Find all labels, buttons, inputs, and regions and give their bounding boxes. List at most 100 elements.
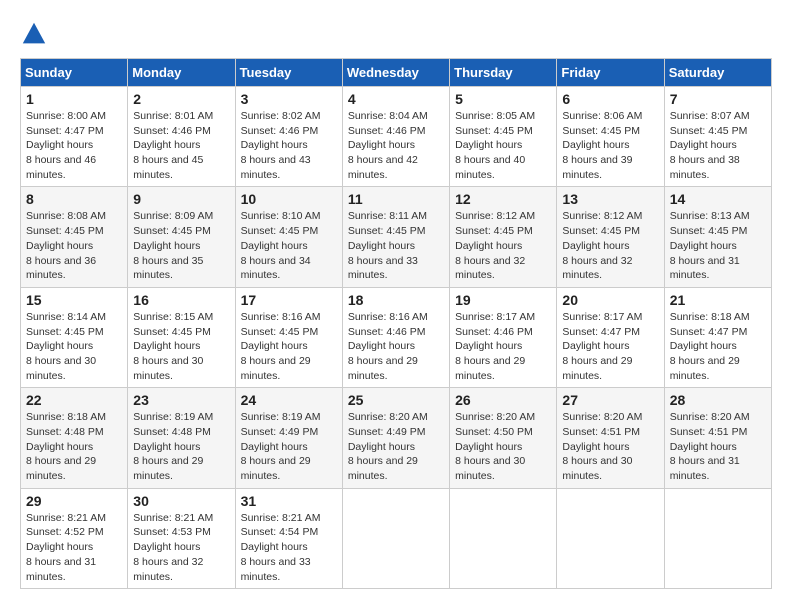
page-header xyxy=(20,20,772,48)
calendar-day-cell: 8 Sunrise: 8:08 AMSunset: 4:45 PMDayligh… xyxy=(21,187,128,287)
day-number: 25 xyxy=(348,392,444,408)
calendar-day-cell xyxy=(450,488,557,588)
day-number: 9 xyxy=(133,191,229,207)
day-number: 4 xyxy=(348,91,444,107)
day-detail: Sunrise: 8:00 AMSunset: 4:47 PMDaylight … xyxy=(26,110,106,181)
calendar-day-cell: 24 Sunrise: 8:19 AMSunset: 4:49 PMDaylig… xyxy=(235,388,342,488)
day-header-friday: Friday xyxy=(557,59,664,87)
day-number: 5 xyxy=(455,91,551,107)
day-number: 14 xyxy=(670,191,766,207)
calendar-day-cell: 25 Sunrise: 8:20 AMSunset: 4:49 PMDaylig… xyxy=(342,388,449,488)
calendar-day-cell: 4 Sunrise: 8:04 AMSunset: 4:46 PMDayligh… xyxy=(342,87,449,187)
day-header-thursday: Thursday xyxy=(450,59,557,87)
day-number: 18 xyxy=(348,292,444,308)
day-number: 6 xyxy=(562,91,658,107)
day-number: 22 xyxy=(26,392,122,408)
day-number: 29 xyxy=(26,493,122,509)
calendar-day-cell: 2 Sunrise: 8:01 AMSunset: 4:46 PMDayligh… xyxy=(128,87,235,187)
day-detail: Sunrise: 8:02 AMSunset: 4:46 PMDaylight … xyxy=(241,110,321,181)
calendar-day-cell: 9 Sunrise: 8:09 AMSunset: 4:45 PMDayligh… xyxy=(128,187,235,287)
day-number: 12 xyxy=(455,191,551,207)
calendar-day-cell: 28 Sunrise: 8:20 AMSunset: 4:51 PMDaylig… xyxy=(664,388,771,488)
day-detail: Sunrise: 8:14 AMSunset: 4:45 PMDaylight … xyxy=(26,311,106,382)
calendar-day-cell: 7 Sunrise: 8:07 AMSunset: 4:45 PMDayligh… xyxy=(664,87,771,187)
day-number: 8 xyxy=(26,191,122,207)
day-detail: Sunrise: 8:16 AMSunset: 4:46 PMDaylight … xyxy=(348,311,428,382)
day-number: 30 xyxy=(133,493,229,509)
day-number: 20 xyxy=(562,292,658,308)
day-detail: Sunrise: 8:12 AMSunset: 4:45 PMDaylight … xyxy=(455,210,535,281)
day-number: 2 xyxy=(133,91,229,107)
day-header-tuesday: Tuesday xyxy=(235,59,342,87)
calendar-day-cell: 18 Sunrise: 8:16 AMSunset: 4:46 PMDaylig… xyxy=(342,287,449,387)
day-number: 16 xyxy=(133,292,229,308)
day-detail: Sunrise: 8:04 AMSunset: 4:46 PMDaylight … xyxy=(348,110,428,181)
day-number: 21 xyxy=(670,292,766,308)
day-detail: Sunrise: 8:07 AMSunset: 4:45 PMDaylight … xyxy=(670,110,750,181)
calendar-day-cell xyxy=(557,488,664,588)
day-detail: Sunrise: 8:20 AMSunset: 4:49 PMDaylight … xyxy=(348,411,428,482)
calendar-day-cell: 13 Sunrise: 8:12 AMSunset: 4:45 PMDaylig… xyxy=(557,187,664,287)
day-number: 1 xyxy=(26,91,122,107)
logo xyxy=(20,20,52,48)
calendar-day-cell: 31 Sunrise: 8:21 AMSunset: 4:54 PMDaylig… xyxy=(235,488,342,588)
day-detail: Sunrise: 8:21 AMSunset: 4:53 PMDaylight … xyxy=(133,512,213,583)
day-detail: Sunrise: 8:21 AMSunset: 4:52 PMDaylight … xyxy=(26,512,106,583)
calendar-day-cell: 22 Sunrise: 8:18 AMSunset: 4:48 PMDaylig… xyxy=(21,388,128,488)
day-detail: Sunrise: 8:20 AMSunset: 4:51 PMDaylight … xyxy=(670,411,750,482)
day-detail: Sunrise: 8:18 AMSunset: 4:47 PMDaylight … xyxy=(670,311,750,382)
calendar-table: SundayMondayTuesdayWednesdayThursdayFrid… xyxy=(20,58,772,589)
calendar-day-cell: 27 Sunrise: 8:20 AMSunset: 4:51 PMDaylig… xyxy=(557,388,664,488)
calendar-day-cell: 15 Sunrise: 8:14 AMSunset: 4:45 PMDaylig… xyxy=(21,287,128,387)
calendar-header-row: SundayMondayTuesdayWednesdayThursdayFrid… xyxy=(21,59,772,87)
day-number: 10 xyxy=(241,191,337,207)
day-detail: Sunrise: 8:15 AMSunset: 4:45 PMDaylight … xyxy=(133,311,213,382)
day-detail: Sunrise: 8:01 AMSunset: 4:46 PMDaylight … xyxy=(133,110,213,181)
calendar-day-cell: 1 Sunrise: 8:00 AMSunset: 4:47 PMDayligh… xyxy=(21,87,128,187)
day-number: 7 xyxy=(670,91,766,107)
calendar-week-row: 29 Sunrise: 8:21 AMSunset: 4:52 PMDaylig… xyxy=(21,488,772,588)
calendar-day-cell: 19 Sunrise: 8:17 AMSunset: 4:46 PMDaylig… xyxy=(450,287,557,387)
day-number: 17 xyxy=(241,292,337,308)
day-detail: Sunrise: 8:20 AMSunset: 4:51 PMDaylight … xyxy=(562,411,642,482)
day-number: 19 xyxy=(455,292,551,308)
calendar-week-row: 1 Sunrise: 8:00 AMSunset: 4:47 PMDayligh… xyxy=(21,87,772,187)
day-detail: Sunrise: 8:17 AMSunset: 4:47 PMDaylight … xyxy=(562,311,642,382)
day-header-monday: Monday xyxy=(128,59,235,87)
day-number: 13 xyxy=(562,191,658,207)
calendar-day-cell: 11 Sunrise: 8:11 AMSunset: 4:45 PMDaylig… xyxy=(342,187,449,287)
day-number: 11 xyxy=(348,191,444,207)
calendar-day-cell xyxy=(664,488,771,588)
day-number: 28 xyxy=(670,392,766,408)
day-detail: Sunrise: 8:09 AMSunset: 4:45 PMDaylight … xyxy=(133,210,213,281)
day-detail: Sunrise: 8:18 AMSunset: 4:48 PMDaylight … xyxy=(26,411,106,482)
calendar-day-cell: 23 Sunrise: 8:19 AMSunset: 4:48 PMDaylig… xyxy=(128,388,235,488)
calendar-day-cell: 6 Sunrise: 8:06 AMSunset: 4:45 PMDayligh… xyxy=(557,87,664,187)
calendar-day-cell: 26 Sunrise: 8:20 AMSunset: 4:50 PMDaylig… xyxy=(450,388,557,488)
day-number: 3 xyxy=(241,91,337,107)
calendar-day-cell: 17 Sunrise: 8:16 AMSunset: 4:45 PMDaylig… xyxy=(235,287,342,387)
calendar-day-cell: 3 Sunrise: 8:02 AMSunset: 4:46 PMDayligh… xyxy=(235,87,342,187)
day-number: 24 xyxy=(241,392,337,408)
day-detail: Sunrise: 8:19 AMSunset: 4:48 PMDaylight … xyxy=(133,411,213,482)
calendar-day-cell: 12 Sunrise: 8:12 AMSunset: 4:45 PMDaylig… xyxy=(450,187,557,287)
day-header-saturday: Saturday xyxy=(664,59,771,87)
calendar-day-cell: 16 Sunrise: 8:15 AMSunset: 4:45 PMDaylig… xyxy=(128,287,235,387)
day-detail: Sunrise: 8:06 AMSunset: 4:45 PMDaylight … xyxy=(562,110,642,181)
calendar-day-cell: 10 Sunrise: 8:10 AMSunset: 4:45 PMDaylig… xyxy=(235,187,342,287)
calendar-week-row: 22 Sunrise: 8:18 AMSunset: 4:48 PMDaylig… xyxy=(21,388,772,488)
day-header-sunday: Sunday xyxy=(21,59,128,87)
calendar-day-cell: 5 Sunrise: 8:05 AMSunset: 4:45 PMDayligh… xyxy=(450,87,557,187)
day-number: 27 xyxy=(562,392,658,408)
day-number: 23 xyxy=(133,392,229,408)
day-header-wednesday: Wednesday xyxy=(342,59,449,87)
day-detail: Sunrise: 8:05 AMSunset: 4:45 PMDaylight … xyxy=(455,110,535,181)
day-detail: Sunrise: 8:08 AMSunset: 4:45 PMDaylight … xyxy=(26,210,106,281)
day-number: 26 xyxy=(455,392,551,408)
calendar-day-cell: 29 Sunrise: 8:21 AMSunset: 4:52 PMDaylig… xyxy=(21,488,128,588)
day-detail: Sunrise: 8:13 AMSunset: 4:45 PMDaylight … xyxy=(670,210,750,281)
day-detail: Sunrise: 8:17 AMSunset: 4:46 PMDaylight … xyxy=(455,311,535,382)
day-detail: Sunrise: 8:21 AMSunset: 4:54 PMDaylight … xyxy=(241,512,321,583)
calendar-day-cell xyxy=(342,488,449,588)
calendar-day-cell: 30 Sunrise: 8:21 AMSunset: 4:53 PMDaylig… xyxy=(128,488,235,588)
